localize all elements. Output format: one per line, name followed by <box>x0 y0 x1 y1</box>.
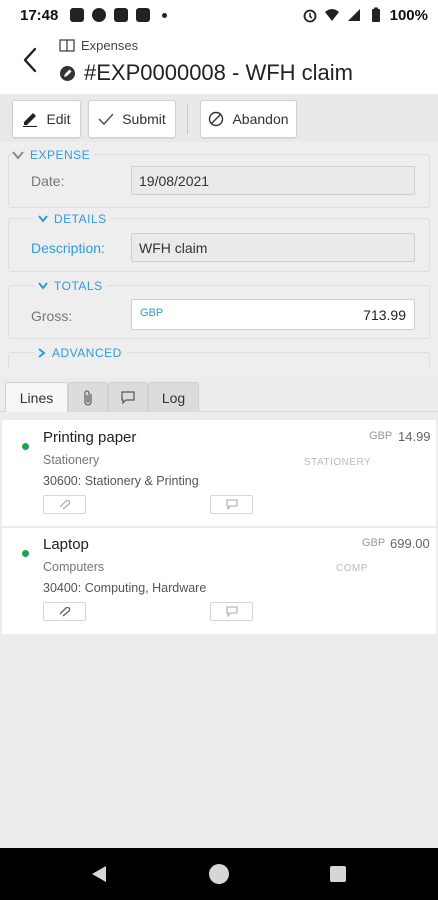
chevron-down-icon <box>12 150 24 160</box>
calendar-icon <box>136 8 151 22</box>
comment-icon <box>225 606 238 617</box>
expense-form: EXPENSE Date: 19/08/2021 DETAILS Descrip… <box>0 142 438 378</box>
status-dot <box>22 443 29 450</box>
comment-icon <box>121 391 135 404</box>
toolbar-divider <box>187 104 188 134</box>
home-button[interactable] <box>209 864 229 884</box>
tab-lines-label: Lines <box>19 389 54 406</box>
attachments-button[interactable] <box>43 495 86 514</box>
battery-level: 100% <box>389 6 428 24</box>
back-button[interactable] <box>14 44 46 76</box>
description-field[interactable]: WFH claim <box>131 233 415 262</box>
abandon-button[interactable]: Abandon <box>200 100 297 138</box>
comment-icon <box>225 499 238 510</box>
breadcrumb-label: Expenses <box>81 38 139 53</box>
chevron-right-icon <box>38 348 46 358</box>
status-bar: 17:48 100% <box>0 0 438 30</box>
status-dot <box>22 550 29 557</box>
totals-heading: TOTALS <box>54 279 103 293</box>
line-amount: 14.99 <box>398 429 431 444</box>
chevron-left-icon <box>23 47 37 73</box>
action-toolbar: Edit Submit Abandon <box>0 94 438 142</box>
line-category: Stationery <box>43 453 100 467</box>
battery-icon <box>371 7 380 22</box>
breadcrumb[interactable]: Expenses <box>59 38 138 53</box>
chevron-down-icon <box>38 282 48 290</box>
line-amount: 699.00 <box>390 536 430 551</box>
line-name: Laptop <box>43 536 89 553</box>
gross-currency: GBP <box>140 307 164 319</box>
page-title: #EXP0000008 - WFH claim <box>59 60 353 86</box>
draft-status-icon <box>60 65 75 81</box>
date-value: 19/08/2021 <box>139 173 210 189</box>
wifi-icon <box>324 9 339 21</box>
page-title-text: #EXP0000008 - WFH claim <box>84 60 353 85</box>
date-field[interactable]: 19/08/2021 <box>131 166 415 195</box>
alarm-icon <box>303 9 317 23</box>
line-currency: GBP <box>362 537 386 549</box>
details-section-toggle[interactable]: DETAILS <box>34 212 111 226</box>
paperclip-icon <box>84 389 92 406</box>
gmail-icon <box>70 8 85 22</box>
p-icon <box>92 8 107 22</box>
line-code: 30400: Computing, Hardware <box>43 581 207 595</box>
line-currency: GBP <box>369 430 393 442</box>
paperclip-icon <box>59 606 70 617</box>
edit-label: Edit <box>46 111 71 127</box>
cancel-circle-icon <box>209 111 224 127</box>
line-code: 30600: Stationery & Printing <box>43 474 199 488</box>
checkmark-icon <box>98 113 114 126</box>
page-header: Expenses #EXP0000008 - WFH claim <box>0 30 438 94</box>
paperclip-icon <box>59 499 70 509</box>
chevron-down-icon <box>38 215 48 223</box>
status-time: 17:48 <box>20 6 59 24</box>
advanced-heading: ADVANCED <box>52 346 122 360</box>
newspaper-icon <box>114 8 129 22</box>
date-label: Date: <box>31 173 65 189</box>
submit-label: Submit <box>122 111 166 127</box>
tab-lines[interactable]: Lines <box>5 382 68 412</box>
list-item[interactable]: Laptop Computers 30400: Computing, Hardw… <box>2 528 436 634</box>
expense-section-toggle[interactable]: EXPENSE <box>12 148 95 162</box>
attachments-button[interactable] <box>43 602 86 621</box>
line-name: Printing paper <box>43 429 137 446</box>
line-tag: COMP <box>336 563 368 574</box>
comment-button[interactable] <box>210 602 253 621</box>
book-icon <box>59 39 75 52</box>
line-category: Computers <box>43 560 105 574</box>
system-nav-bar <box>0 848 438 900</box>
advanced-section-toggle[interactable]: ADVANCED <box>34 346 126 360</box>
tab-log[interactable]: Log <box>148 382 199 412</box>
signal-icon <box>347 9 360 21</box>
pencil-icon <box>23 113 38 127</box>
abandon-label: Abandon <box>232 111 289 127</box>
more-notifications-icon <box>162 12 168 18</box>
gross-amount: 713.99 <box>363 307 406 323</box>
tab-log-label: Log <box>161 389 186 406</box>
submit-button[interactable]: Submit <box>88 100 176 138</box>
expense-heading: EXPENSE <box>30 148 91 162</box>
list-item[interactable]: Printing paper Stationery 30600: Station… <box>2 420 436 526</box>
tab-comments[interactable] <box>108 382 148 412</box>
recents-button[interactable] <box>330 866 346 882</box>
description-value: WFH claim <box>139 240 208 256</box>
details-heading: DETAILS <box>54 212 107 226</box>
gross-label: Gross: <box>31 308 73 324</box>
back-triangle-icon[interactable] <box>91 865 107 883</box>
description-label: Description: <box>31 240 105 256</box>
tab-attachments[interactable] <box>68 382 108 412</box>
comment-button[interactable] <box>210 495 253 514</box>
edit-button[interactable]: Edit <box>12 100 81 138</box>
totals-section-toggle[interactable]: TOTALS <box>34 279 107 293</box>
tab-bar: Lines Log <box>0 380 438 412</box>
gross-field[interactable]: GBP 713.99 <box>131 299 415 330</box>
line-tag: STATIONERY <box>304 457 372 468</box>
